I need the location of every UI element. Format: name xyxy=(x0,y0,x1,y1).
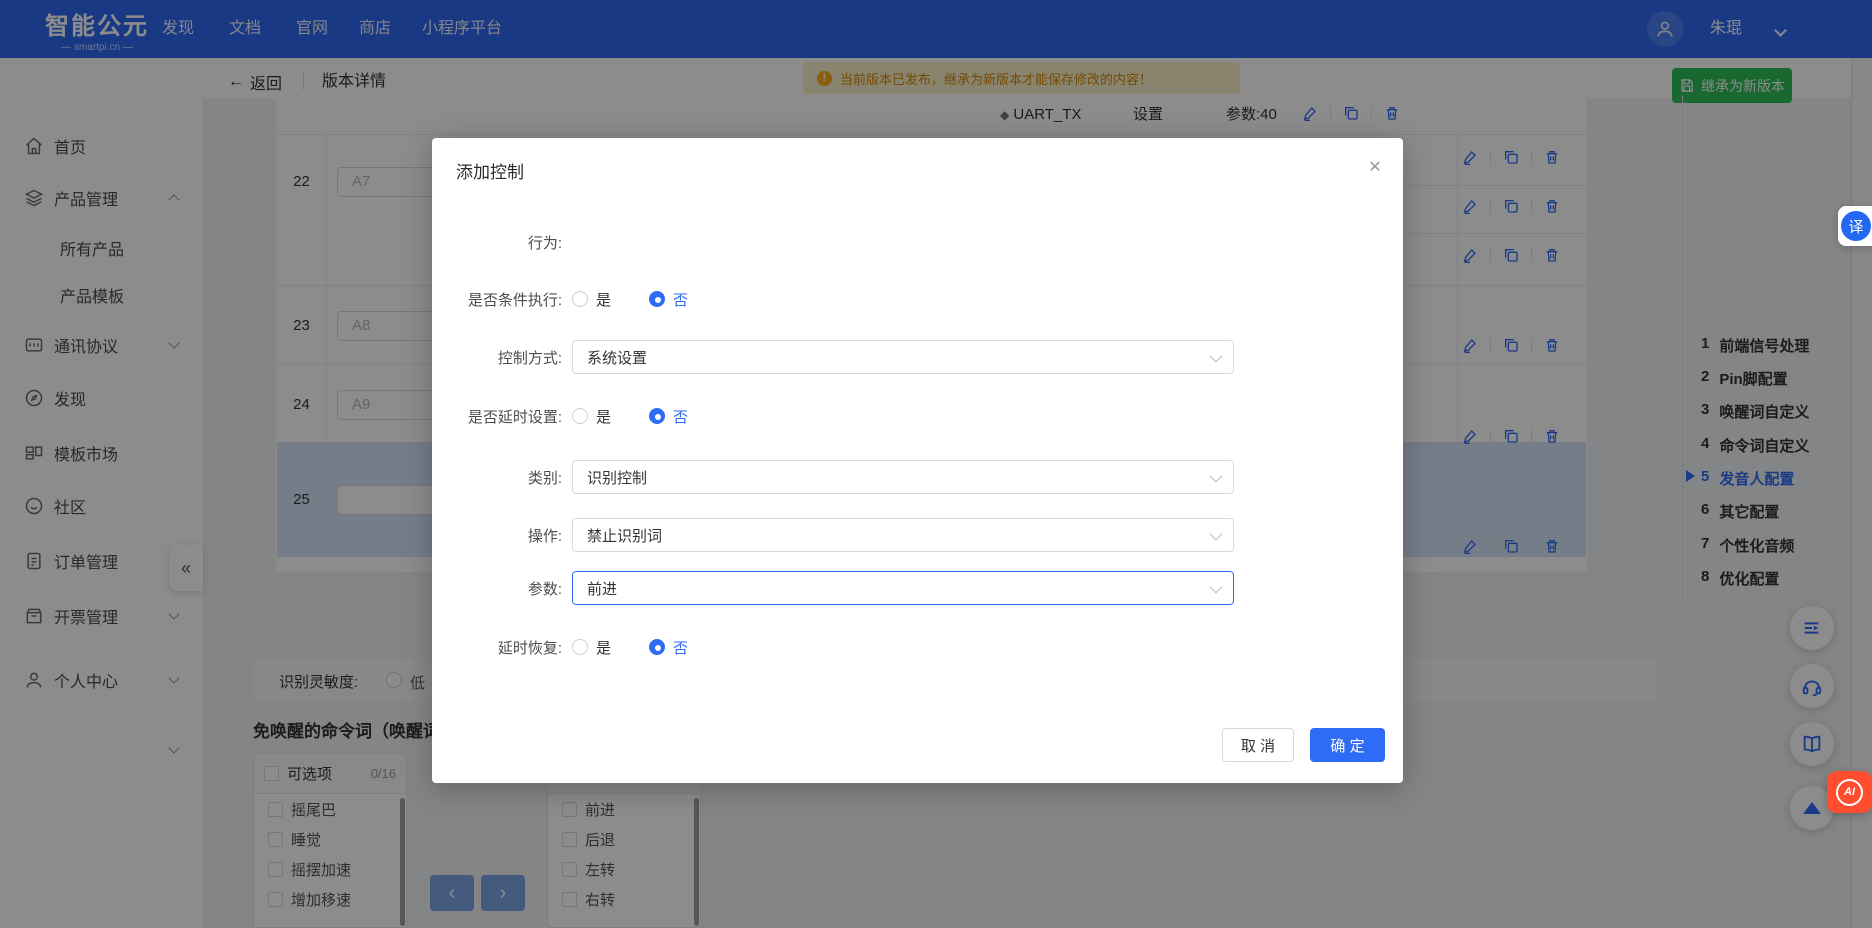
chevron-down-icon xyxy=(1210,527,1223,540)
chevron-down-icon xyxy=(1210,580,1223,593)
field-label: 行为: xyxy=(432,232,562,253)
parameter-select-focused[interactable]: 前进 xyxy=(572,571,1234,605)
radio-no-selected[interactable] xyxy=(649,291,665,307)
form-row-conditional: 是否条件执行: 是 否 xyxy=(432,282,1403,316)
radio-no-selected[interactable] xyxy=(649,639,665,655)
ai-assistant-button[interactable]: AI xyxy=(1827,771,1872,813)
chevron-down-icon xyxy=(1210,469,1223,482)
form-row-delay-restore: 延时恢复: 是 否 xyxy=(432,630,1403,664)
radio-no-label[interactable]: 否 xyxy=(673,637,688,658)
modal-title: 添加控制 xyxy=(456,158,524,183)
field-label: 类别: xyxy=(432,467,562,488)
radio-no-label[interactable]: 否 xyxy=(673,289,688,310)
form-row-category: 类别: 识别控制 xyxy=(432,460,1403,494)
radio-no-selected[interactable] xyxy=(649,408,665,424)
radio-yes-label[interactable]: 是 xyxy=(596,406,611,427)
form-row-operation: 操作: 禁止识别词 xyxy=(432,518,1403,552)
add-control-modal: 添加控制 ✕ 行为: 是否条件执行: 是 否 控制方式: 系统设置 是否延时设置… xyxy=(432,138,1403,783)
translate-icon: 译 xyxy=(1841,211,1871,241)
form-row-delay-setting: 是否延时设置: 是 否 xyxy=(432,399,1403,433)
field-label: 参数: xyxy=(432,578,562,599)
control-mode-select[interactable]: 系统设置 xyxy=(572,340,1234,374)
radio-yes[interactable] xyxy=(572,408,588,424)
radio-yes-label[interactable]: 是 xyxy=(596,289,611,310)
confirm-button[interactable]: 确 定 xyxy=(1310,728,1385,762)
radio-no-label[interactable]: 否 xyxy=(673,406,688,427)
form-row-control-mode: 控制方式: 系统设置 xyxy=(432,340,1403,374)
field-label: 是否条件执行: xyxy=(432,289,562,310)
field-label: 延时恢复: xyxy=(432,637,562,658)
category-select[interactable]: 识别控制 xyxy=(572,460,1234,494)
field-label: 控制方式: xyxy=(432,347,562,368)
radio-yes[interactable] xyxy=(572,639,588,655)
form-row-behavior: 行为: xyxy=(432,225,1403,259)
translate-widget[interactable]: 译 xyxy=(1838,206,1872,246)
field-label: 操作: xyxy=(432,525,562,546)
radio-yes-label[interactable]: 是 xyxy=(596,637,611,658)
form-row-parameter: 参数: 前进 xyxy=(432,571,1403,605)
chevron-down-icon xyxy=(1210,349,1223,362)
field-label: 是否延时设置: xyxy=(432,406,562,427)
close-icon[interactable]: ✕ xyxy=(1360,152,1390,182)
radio-yes[interactable] xyxy=(572,291,588,307)
cancel-button[interactable]: 取 消 xyxy=(1222,728,1294,762)
ai-icon: AI xyxy=(1836,779,1863,806)
operation-select[interactable]: 禁止识别词 xyxy=(572,518,1234,552)
